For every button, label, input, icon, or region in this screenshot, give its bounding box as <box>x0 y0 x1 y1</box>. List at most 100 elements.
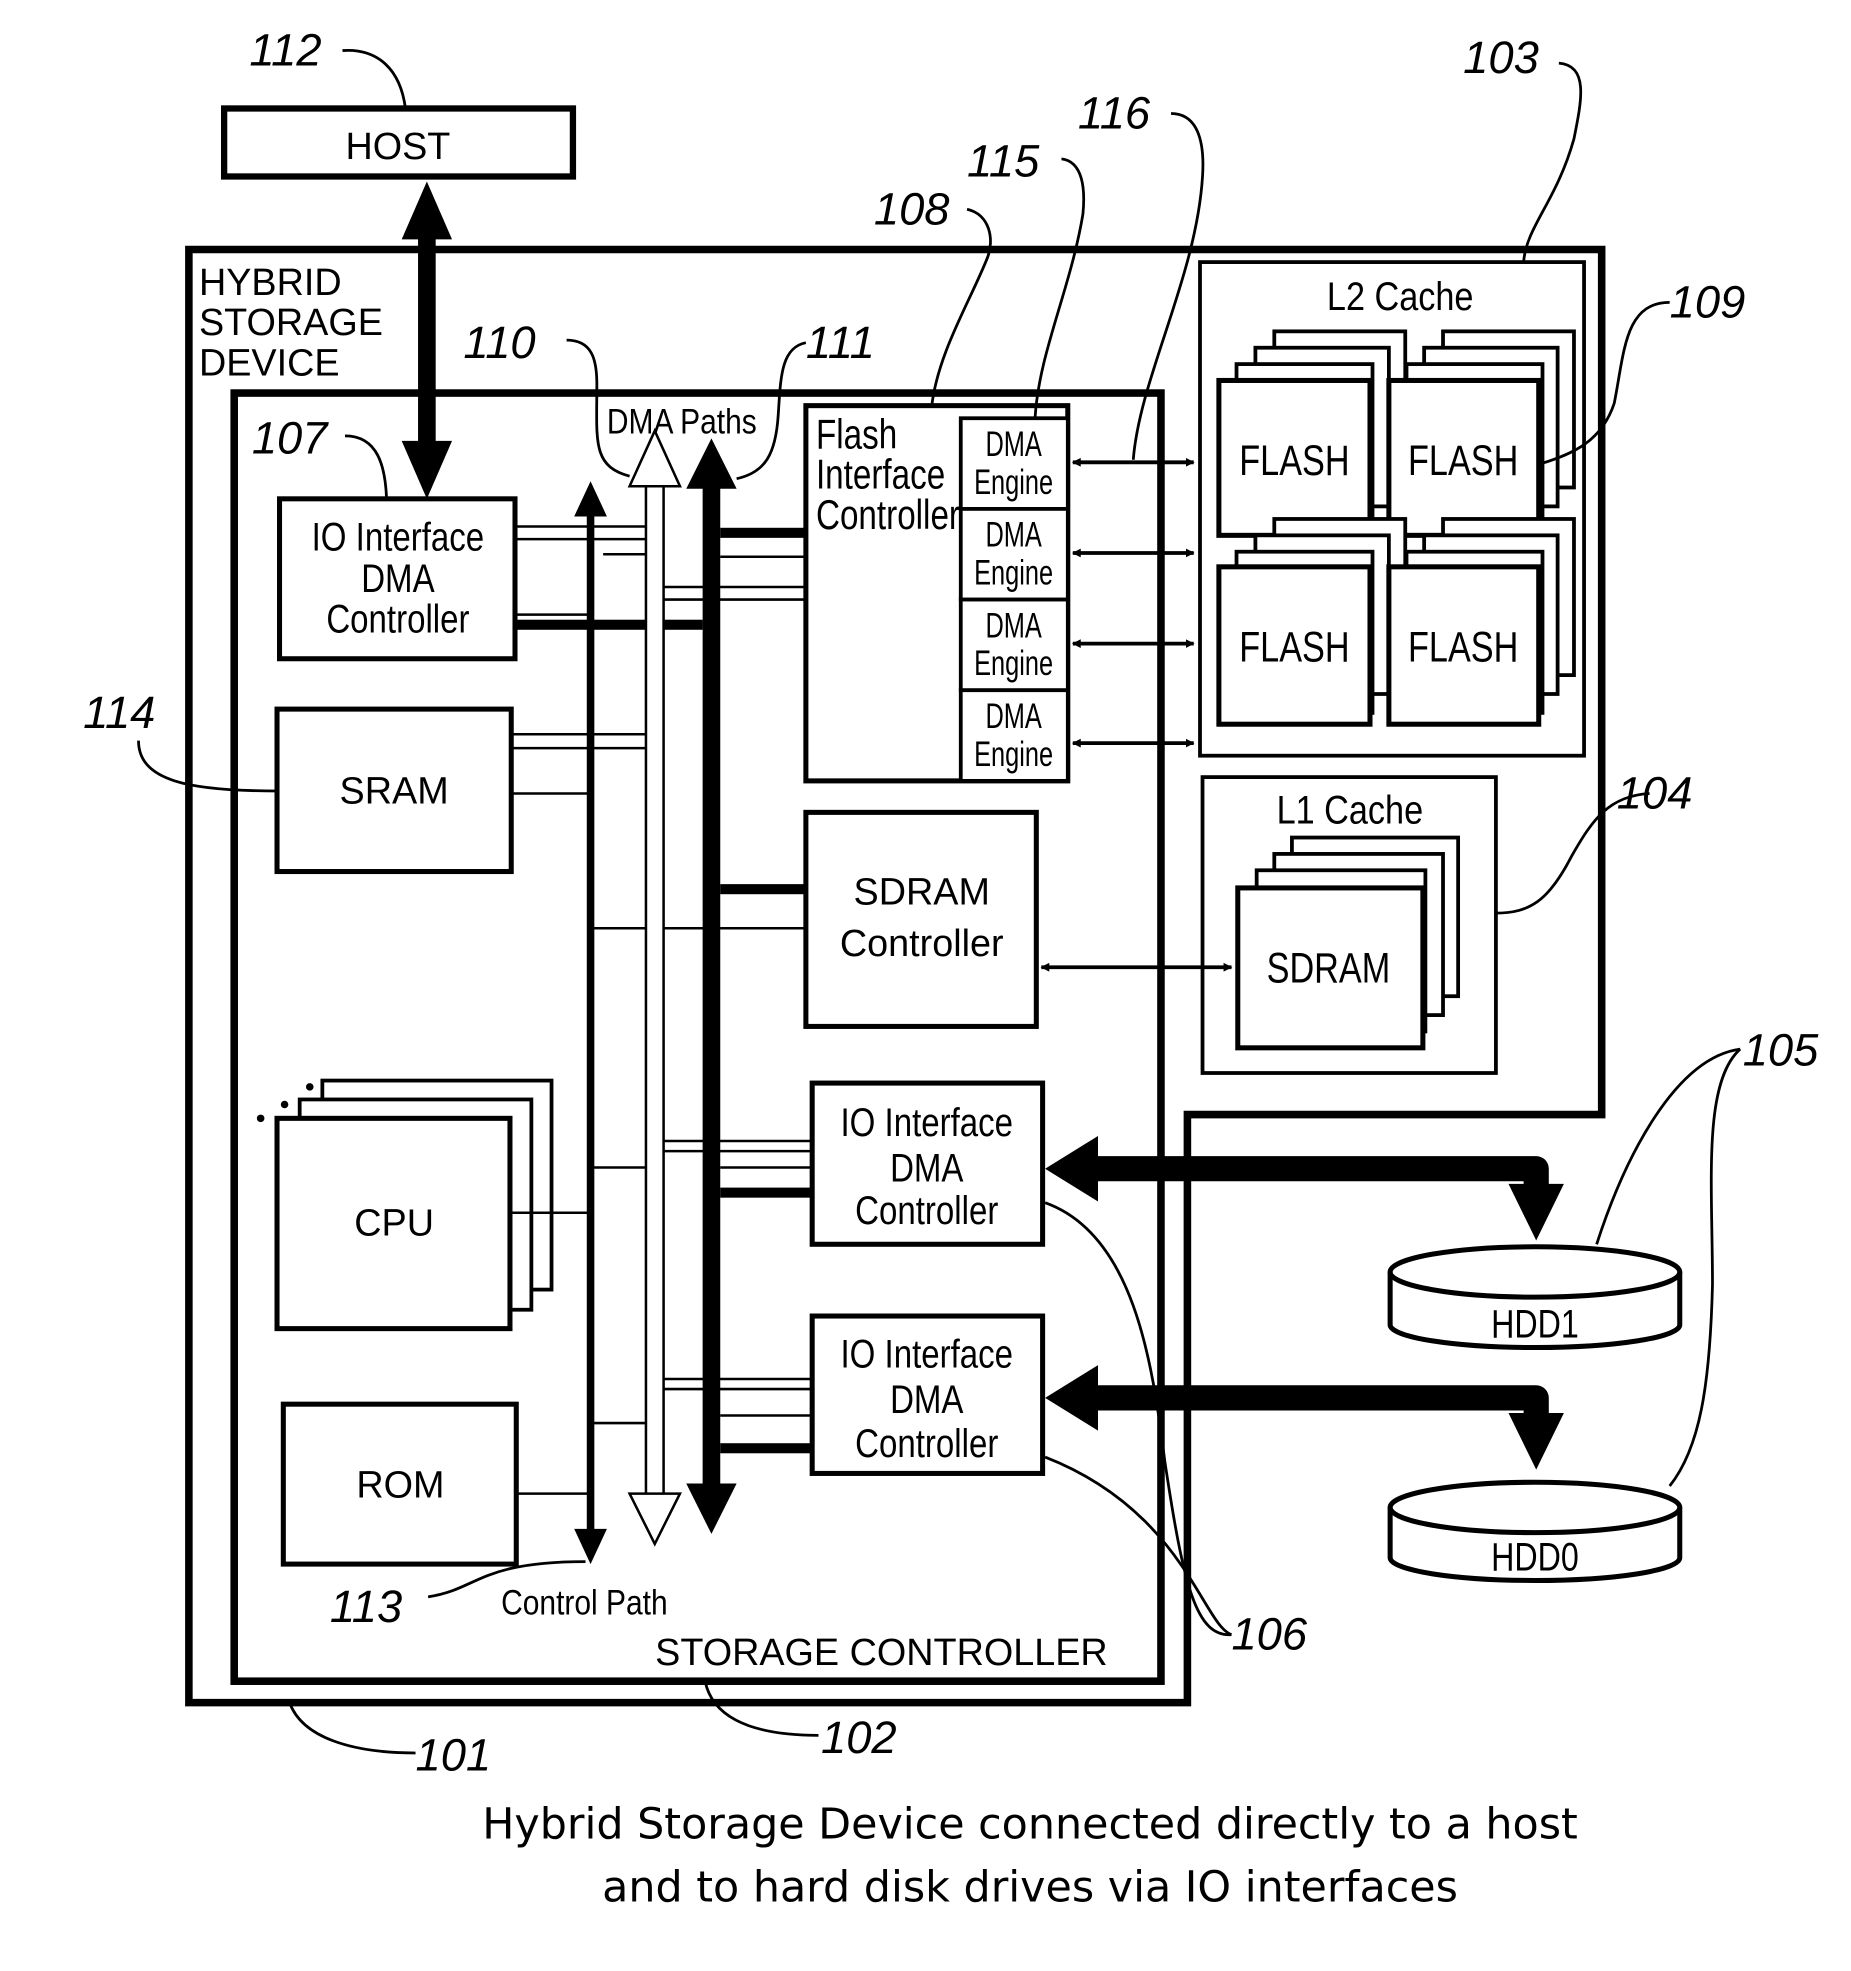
ref-109: 109 <box>1670 277 1746 328</box>
cpu-label: CPU <box>354 1202 434 1244</box>
io-dma-mid-bus-links <box>663 1139 813 1198</box>
sdram-controller: SDRAM Controller <box>803 809 1039 1029</box>
ref-104: 104 <box>1617 768 1693 819</box>
rom-block: ROM <box>280 1401 519 1567</box>
flash-chip-3: FLASH <box>1216 517 1408 727</box>
ref-115: 115 <box>967 135 1040 186</box>
control-path-bus <box>574 481 607 1565</box>
io-dma-controller-bottom: IO Interface DMA Controller <box>809 1313 1046 1476</box>
dma-path-hollow-bus <box>627 427 682 1547</box>
io-dma-top-line3: Controller <box>326 596 469 641</box>
sdram-controller-line1: SDRAM <box>854 871 990 913</box>
l2-cache-label: L2 Cache <box>1327 273 1474 318</box>
flash-chip-3-label: FLASH <box>1239 624 1349 671</box>
flash-chip-2: FLASH <box>1386 329 1576 538</box>
leader-106a <box>1044 1201 1232 1637</box>
io-dma-mid-line2: DMA <box>890 1145 964 1190</box>
hdd0-disk: HDD0 <box>1387 1479 1683 1583</box>
hybrid-label-3: DEVICE <box>199 342 340 384</box>
flash-chip-1-label: FLASH <box>1239 437 1349 484</box>
flash-chip-2-label: FLASH <box>1408 437 1518 484</box>
dma-engine-2-line2: Engine <box>974 552 1053 592</box>
io-dma-controller-mid: IO Interface DMA Controller <box>809 1080 1046 1247</box>
leader-115 <box>1033 157 1086 419</box>
flash-ctrl-line3: Controller <box>816 491 960 537</box>
leader-107 <box>344 434 388 499</box>
io-dma-controller-top: IO Interface DMA Controller <box>277 496 518 662</box>
sram-bus-links <box>511 733 646 795</box>
ref-103: 103 <box>1463 32 1539 83</box>
leader-101 <box>288 1702 416 1755</box>
sram-label: SRAM <box>340 771 449 813</box>
ref-112: 112 <box>249 25 321 76</box>
dma-engine-1-line1: DMA <box>985 424 1042 464</box>
ref-113: 113 <box>330 1581 402 1632</box>
sdram-controller-bus-links <box>720 884 806 895</box>
io-dma-mid-line1: IO Interface <box>840 1100 1013 1145</box>
hdd0-link-arrow <box>1045 1365 1564 1470</box>
dma-engine-4-line1: DMA <box>985 696 1042 736</box>
hybrid-label-2: STORAGE <box>199 302 383 344</box>
flash-chip-4-label: FLASH <box>1408 624 1518 671</box>
dma-engine-3-line2: Engine <box>974 643 1053 683</box>
ref-110: 110 <box>463 317 535 368</box>
io-dma-bottom-bus-links <box>663 1377 813 1454</box>
ref-106: 106 <box>1231 1609 1307 1660</box>
sram-block: SRAM <box>274 706 514 875</box>
hdd0-label: HDD0 <box>1491 1534 1579 1579</box>
leader-116 <box>1131 112 1205 460</box>
ref-114: 114 <box>83 687 155 738</box>
ref-108: 108 <box>874 183 950 234</box>
dma-engine-4-line2: Engine <box>974 734 1053 774</box>
io-dma-top-line2: DMA <box>361 556 435 601</box>
io-dma-bottom-line3: Controller <box>855 1421 998 1466</box>
dma-path-black-bus <box>686 438 737 1534</box>
leader-114 <box>137 740 278 793</box>
ref-111: 111 <box>806 317 875 368</box>
host-link-arrow <box>401 181 453 499</box>
l1-cache-label: L1 Cache <box>1277 787 1424 832</box>
flash-chip-1: FLASH <box>1216 329 1408 538</box>
dma-paths-label: DMA Paths <box>607 401 757 441</box>
flash-chip-4: FLASH <box>1386 517 1576 727</box>
io-dma-bottom-line1: IO Interface <box>840 1332 1013 1377</box>
sdram-controller-line2: Controller <box>840 923 1004 965</box>
rom-label: ROM <box>356 1464 444 1506</box>
dma-engine-3: DMA Engine <box>958 597 1070 693</box>
sdram-label: SDRAM <box>1267 945 1391 992</box>
hdd1-label: HDD1 <box>1491 1301 1579 1346</box>
leader-106b <box>1044 1455 1233 1636</box>
io-dma-top-line1: IO Interface <box>312 514 485 559</box>
host-label: HOST <box>345 126 450 168</box>
hdd1-disk: HDD1 <box>1387 1244 1683 1351</box>
sdram-chip-stack: SDRAM <box>1235 835 1461 1051</box>
leader-112 <box>342 49 407 109</box>
hybrid-label-1: HYBRID <box>199 262 342 304</box>
dma-engine-2-line1: DMA <box>985 515 1042 555</box>
leader-108 <box>930 207 992 406</box>
caption-line-1: Hybrid Storage Device connected directly… <box>482 1800 1578 1850</box>
caption-line-2: and to hard disk drives via IO interface… <box>602 1863 1458 1913</box>
dma-engine-1-line2: Engine <box>974 462 1053 502</box>
io-dma-bottom-line2: DMA <box>890 1377 964 1422</box>
ref-107: 107 <box>252 412 329 463</box>
leader-103 <box>1522 61 1583 263</box>
leader-105a <box>1595 1047 1741 1245</box>
io-dma-mid-line3: Controller <box>855 1188 998 1233</box>
control-path-label: Control Path <box>501 1582 668 1622</box>
dma-engine-1: DMA Engine <box>958 416 1070 511</box>
ref-116: 116 <box>1078 88 1151 139</box>
flash-channel-arrows <box>1071 457 1195 748</box>
cpu-block: CPU <box>256 1078 554 1332</box>
ref-102: 102 <box>821 1712 897 1763</box>
dma-engine-4: DMA Engine <box>958 688 1070 783</box>
ref-105: 105 <box>1743 1024 1819 1075</box>
host-block: HOST <box>220 105 577 180</box>
hdd1-link-arrow <box>1045 1135 1564 1241</box>
hybrid-storage-diagram: HOST 112 HYBRID STORAGE DEVICE STORAGE C… <box>83 25 1819 1913</box>
flash-interface-controller: Flash Interface Controller DMA Engine DM… <box>803 403 1071 784</box>
dma-engine-2: DMA Engine <box>958 507 1070 602</box>
dma-engine-3-line1: DMA <box>985 605 1042 645</box>
leader-102 <box>703 1680 819 1737</box>
ref-101: 101 <box>416 1730 492 1781</box>
